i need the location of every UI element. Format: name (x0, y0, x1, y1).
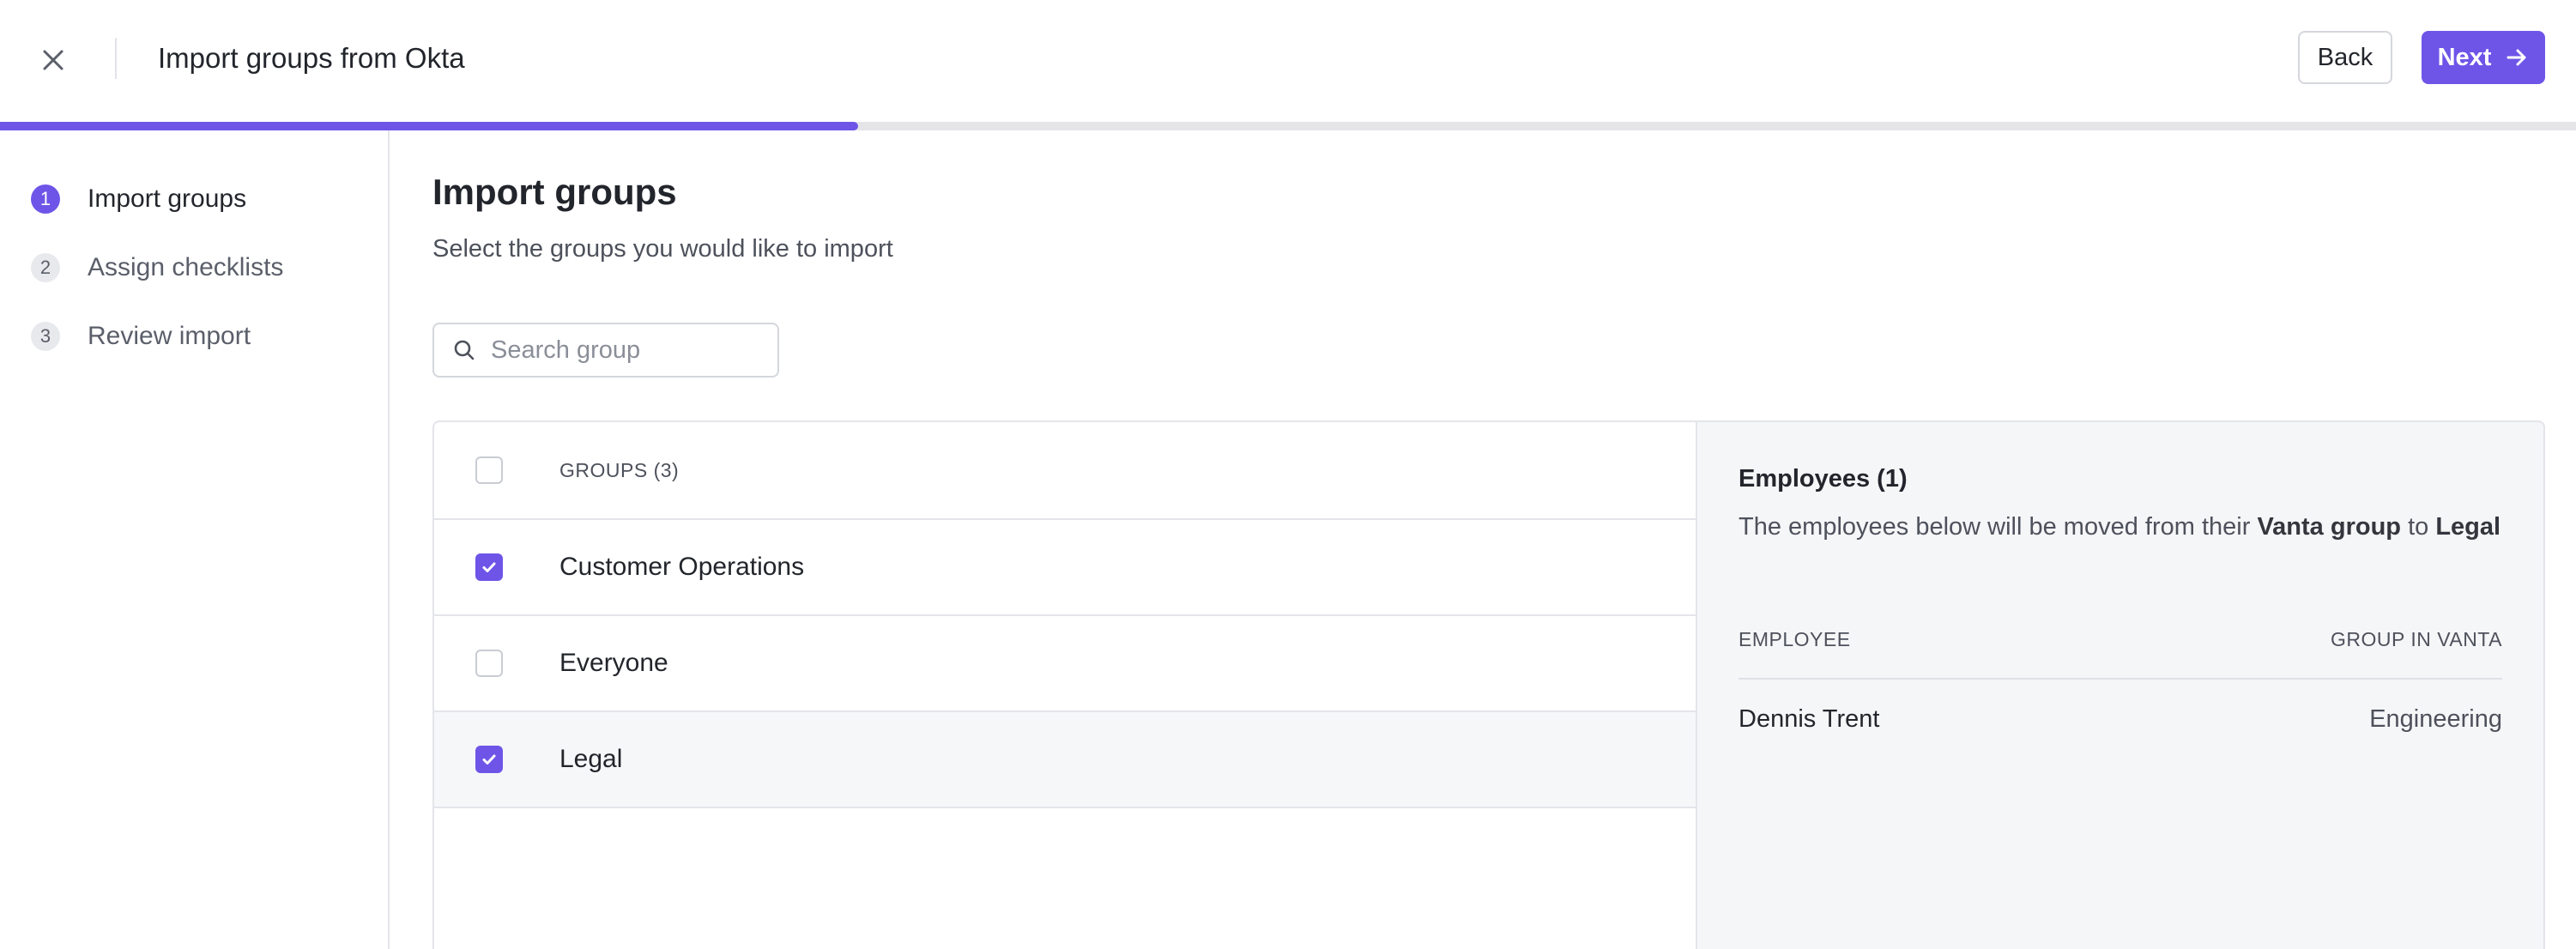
desc-bold-vanta-group: Vanta group (2257, 513, 2402, 541)
group-name: Legal (559, 745, 623, 773)
table-row[interactable]: Legal (434, 712, 1697, 808)
page-subtitle: Select the groups you would like to impo… (432, 235, 893, 263)
check-icon (482, 754, 496, 765)
close-button[interactable] (34, 41, 72, 79)
groups-table-header: GROUPS (3) (434, 422, 1697, 520)
step-import-groups[interactable]: 1 Import groups (31, 180, 246, 218)
select-all-checkbox[interactable] (475, 456, 503, 484)
desc-text: to (2401, 513, 2436, 541)
desc-bold-target-group: Legal (2435, 513, 2501, 541)
step-label: Assign checklists (88, 253, 284, 281)
progress-bar-fill (0, 122, 858, 130)
page-title: Import groups (432, 172, 677, 212)
group-checkbox[interactable] (475, 746, 503, 773)
step-label: Review import (88, 322, 251, 350)
search-group-box[interactable] (432, 323, 779, 378)
modal-title: Import groups from Okta (158, 42, 465, 74)
back-button[interactable]: Back (2298, 31, 2392, 84)
arrow-right-icon (2506, 49, 2526, 66)
next-button-label: Next (2437, 43, 2492, 71)
check-icon (482, 562, 496, 572)
groups-table: GROUPS (3) Customer Operations Everyone … (432, 420, 1697, 949)
group-in-vanta-column-header: GROUP IN VANTA (2331, 628, 2502, 650)
table-divider (1738, 678, 2502, 680)
header-divider (115, 38, 117, 79)
step-number: 1 (31, 184, 60, 214)
employee-column-header: EMPLOYEE (1738, 628, 1851, 650)
step-review-import[interactable]: 3 Review import (31, 317, 251, 355)
desc-text: The employees below will be moved from t… (1738, 513, 2258, 541)
step-assign-checklists[interactable]: 2 Assign checklists (31, 249, 283, 287)
step-number: 3 (31, 322, 60, 351)
group-name: Customer Operations (559, 553, 805, 581)
steps-sidebar: 1 Import groups 2 Assign checklists 3 Re… (0, 130, 390, 949)
top-bar: Import groups from Okta Back Next (0, 0, 2576, 117)
employees-title: Employees (1) (1738, 465, 1908, 493)
employee-group: Engineering (2369, 705, 2502, 733)
employees-panel: Employees (1) The employees below will b… (1696, 420, 2545, 949)
search-group-input[interactable] (491, 335, 774, 365)
group-name: Everyone (559, 649, 668, 677)
search-icon (454, 340, 475, 360)
next-button[interactable]: Next (2422, 31, 2545, 84)
table-row[interactable]: Customer Operations (434, 520, 1697, 616)
table-row[interactable]: Everyone (434, 616, 1697, 712)
employee-name: Dennis Trent (1738, 705, 1880, 733)
step-label: Import groups (88, 184, 247, 213)
group-checkbox[interactable] (475, 553, 503, 581)
groups-column-header: GROUPS (3) (559, 458, 680, 481)
close-icon (43, 50, 63, 70)
step-number: 2 (31, 253, 60, 282)
progress-bar (0, 122, 2576, 130)
group-checkbox[interactable] (475, 650, 503, 677)
employees-description: The employees below will be moved from t… (1738, 506, 2502, 547)
